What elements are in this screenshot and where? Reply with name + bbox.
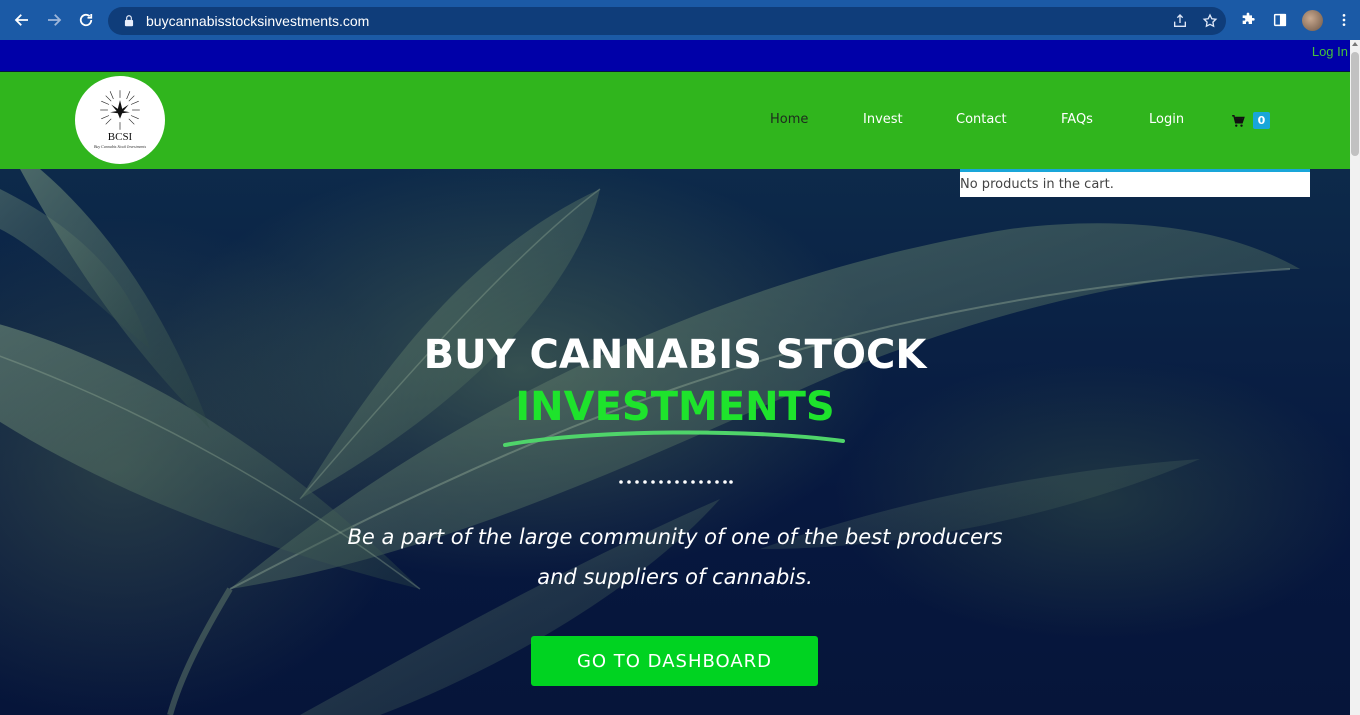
- star-icon[interactable]: [1202, 13, 1218, 29]
- cart-icon: [1232, 114, 1245, 127]
- lock-icon: [124, 15, 134, 27]
- address-bar[interactable]: buycannabisstocksinvestments.com: [108, 7, 1226, 35]
- nav-item-invest[interactable]: Invest: [863, 112, 903, 127]
- nav-item-faqs[interactable]: FAQs: [1061, 112, 1093, 127]
- scrollbar-thumb[interactable]: [1351, 52, 1359, 156]
- cart-dropdown: No products in the cart.: [960, 169, 1310, 197]
- menu-icon[interactable]: [1329, 0, 1359, 40]
- hero-section: BUY CANNABIS STOCK INVESTMENTS Be a part…: [0, 169, 1350, 715]
- nav-item-contact[interactable]: Contact: [956, 112, 1007, 127]
- extensions-icon[interactable]: [1233, 0, 1263, 40]
- title-underline-swoosh: [503, 430, 845, 447]
- hero-subtitle-line2: and suppliers of cannabis.: [537, 565, 813, 589]
- nav-item-login[interactable]: Login: [1149, 112, 1184, 127]
- forward-icon[interactable]: [38, 0, 70, 40]
- top-bar: Log In: [0, 40, 1350, 71]
- dotted-divider: [619, 480, 733, 484]
- profile-avatar[interactable]: [1302, 10, 1323, 31]
- main-nav: Home Invest Contact FAQs Login 0: [0, 72, 1350, 169]
- cart-empty-text: No products in the cart.: [960, 177, 1114, 192]
- hero-title-line2: INVESTMENTS: [515, 384, 835, 430]
- go-to-dashboard-button[interactable]: GO TO DASHBOARD: [531, 636, 818, 686]
- share-icon[interactable]: [1172, 13, 1188, 29]
- browser-toolbar: buycannabisstocksinvestments.com: [0, 0, 1360, 40]
- cart-count-badge: 0: [1253, 112, 1270, 129]
- topbar-login-link[interactable]: Log In: [1312, 44, 1348, 59]
- site-header: BCSI Buy Cannabis Stock Investments Home…: [0, 72, 1350, 169]
- reload-icon[interactable]: [70, 0, 102, 40]
- nav-item-home[interactable]: Home: [770, 112, 808, 127]
- hero-title-line1: BUY CANNABIS STOCK: [423, 332, 927, 378]
- page-scrollbar[interactable]: [1350, 40, 1360, 715]
- back-icon[interactable]: [6, 0, 38, 40]
- hero-subtitle-line1: Be a part of the large community of one …: [347, 525, 1003, 549]
- cart-button[interactable]: 0: [1231, 112, 1270, 129]
- side-panel-icon[interactable]: [1265, 0, 1295, 40]
- url-text: buycannabisstocksinvestments.com: [146, 13, 370, 29]
- scroll-up-arrow-icon[interactable]: [1352, 42, 1358, 46]
